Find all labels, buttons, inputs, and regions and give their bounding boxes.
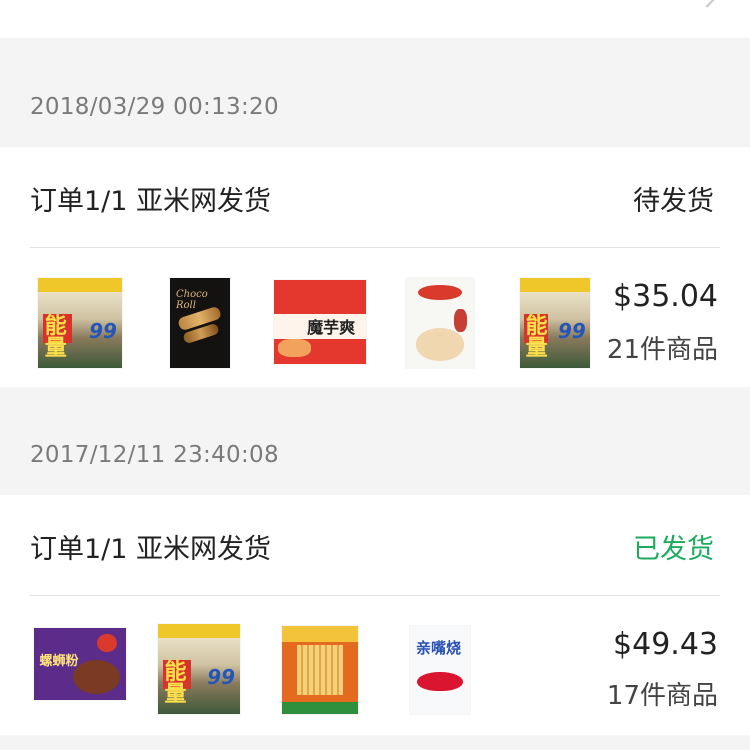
product-thumbnail[interactable]: 能量 99: [38, 278, 122, 368]
item-count: 17件商品: [606, 681, 718, 711]
product-thumbnail[interactable]: 螺蛳粉: [34, 628, 126, 700]
order-status: 已发货: [633, 534, 714, 565]
order-title: 订单1/1 亚米网发货: [30, 186, 272, 217]
order-total-price: $35.04: [613, 279, 718, 314]
item-count: 21件商品: [606, 335, 718, 365]
product-thumbnail[interactable]: 能量 99: [520, 278, 590, 368]
chevron-right-icon: [694, 0, 720, 8]
order-status: 待发货: [633, 186, 714, 217]
order-total-price: $49.43: [613, 627, 718, 662]
product-thumbnail[interactable]: [406, 278, 474, 368]
product-thumbnail[interactable]: [282, 626, 358, 714]
order-date: 2017/12/11 23:40:08: [30, 442, 279, 468]
order-card[interactable]: 订单1/1 亚米网发货 已发货 螺蛳粉 能量 99 亲嘴烧 $49.43 17件商…: [0, 495, 750, 735]
product-thumbnail[interactable]: 能量 99: [158, 624, 240, 714]
product-thumbnails[interactable]: 能量 99 Choco Roll 魔芋爽 能量 99: [0, 248, 750, 388]
order-card[interactable]: 订单1/1 亚米网发货 待发货 能量 99 Choco Roll 魔芋爽 能量 99…: [0, 147, 750, 387]
product-thumbnail[interactable]: 魔芋爽: [274, 280, 366, 364]
previous-order-row-cutoff[interactable]: [0, 0, 750, 38]
order-date: 2018/03/29 00:13:20: [30, 94, 279, 120]
order-header: 订单1/1 亚米网发货 待发货: [30, 147, 720, 248]
product-thumbnail[interactable]: 亲嘴烧: [410, 626, 470, 714]
product-thumbnails[interactable]: 螺蛳粉 能量 99 亲嘴烧: [0, 596, 750, 736]
order-title: 订单1/1 亚米网发货: [30, 534, 272, 565]
order-header: 订单1/1 亚米网发货 已发货: [30, 495, 720, 596]
product-thumbnail[interactable]: Choco Roll: [170, 278, 230, 368]
